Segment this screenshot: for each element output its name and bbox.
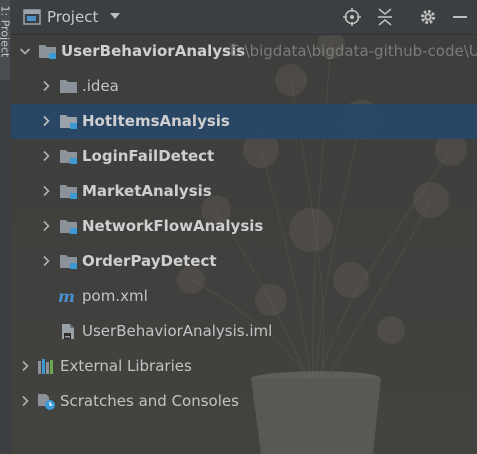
chevron-right-icon[interactable] bbox=[40, 185, 52, 197]
tree-item-label: LoginFailDetect bbox=[82, 147, 215, 165]
module-folder-icon bbox=[60, 220, 77, 234]
tree-item-label: Scratches and Consoles bbox=[60, 392, 239, 410]
panel-title[interactable]: Project bbox=[47, 8, 98, 26]
minimize-icon[interactable] bbox=[450, 7, 470, 27]
folder-icon bbox=[60, 80, 77, 93]
maven-icon: m bbox=[58, 288, 75, 305]
tree-item-label: HotItemsAnalysis bbox=[82, 112, 230, 130]
module-folder-icon bbox=[60, 255, 77, 269]
module-folder-icon bbox=[60, 185, 77, 199]
tree-row-scratches[interactable]: Scratches and Consoles bbox=[11, 384, 477, 419]
chevron-down-icon[interactable] bbox=[19, 45, 31, 57]
chevron-right-icon[interactable] bbox=[19, 395, 31, 407]
tree-row-networkflowanalysis[interactable]: NetworkFlowAnalysis bbox=[11, 209, 477, 244]
tree-row-iml-file[interactable]: UserBehaviorAnalysis.iml bbox=[11, 314, 477, 349]
chevron-right-icon[interactable] bbox=[40, 115, 52, 127]
chevron-down-icon[interactable] bbox=[109, 10, 121, 22]
tree-row-root[interactable]: UserBehaviorAnalysis E:\bigdata\bigdata-… bbox=[11, 34, 477, 69]
scratches-icon bbox=[38, 394, 55, 410]
chevron-right-icon[interactable] bbox=[40, 150, 52, 162]
tree-row-external-libraries[interactable]: External Libraries bbox=[11, 349, 477, 384]
chevron-right-icon[interactable] bbox=[40, 220, 52, 232]
root-module-path: E:\bigdata\bigdata-github-code\U bbox=[230, 42, 477, 60]
project-tool-tab-label: 1: Project bbox=[0, 5, 10, 58]
chevron-right-icon[interactable] bbox=[40, 255, 52, 267]
tree-item-label: UserBehaviorAnalysis.iml bbox=[82, 322, 273, 340]
tree-row-pom-xml[interactable]: m pom.xml bbox=[11, 279, 477, 314]
svg-text:m: m bbox=[58, 288, 75, 305]
root-module-name: UserBehaviorAnalysis bbox=[61, 42, 246, 60]
tree-item-label: .idea bbox=[82, 77, 119, 95]
tree-row-loginfaildetect[interactable]: LoginFailDetect bbox=[11, 139, 477, 174]
tree-row-idea[interactable]: .idea bbox=[11, 69, 477, 104]
gear-icon[interactable] bbox=[418, 7, 438, 27]
module-folder-icon bbox=[60, 150, 77, 164]
chevron-right-icon[interactable] bbox=[19, 360, 31, 372]
module-folder-icon bbox=[39, 45, 56, 59]
panel-header: Project bbox=[11, 0, 477, 35]
tree-item-label: External Libraries bbox=[60, 357, 192, 375]
tree-row-marketanalysis[interactable]: MarketAnalysis bbox=[11, 174, 477, 209]
iml-file-icon bbox=[62, 324, 74, 339]
chevron-right-icon[interactable] bbox=[40, 80, 52, 92]
module-folder-icon bbox=[60, 115, 77, 129]
collapse-all-icon[interactable] bbox=[375, 7, 395, 27]
project-view-icon bbox=[23, 9, 41, 25]
project-panel: Project UserBehaviorAnalysis E:\bigdata\… bbox=[11, 0, 477, 454]
library-icon bbox=[38, 359, 53, 374]
tree-item-label: MarketAnalysis bbox=[82, 182, 212, 200]
tree-item-label: pom.xml bbox=[82, 287, 148, 305]
tree-row-hotitemsanalysis[interactable]: HotItemsAnalysis bbox=[11, 104, 477, 139]
locate-icon[interactable] bbox=[342, 7, 362, 27]
tree-item-label: NetworkFlowAnalysis bbox=[82, 217, 264, 235]
tree-item-label: OrderPayDetect bbox=[82, 252, 217, 270]
project-tool-tab[interactable]: 1: Project bbox=[0, 0, 10, 80]
tree-row-orderpaydetect[interactable]: OrderPayDetect bbox=[11, 244, 477, 279]
